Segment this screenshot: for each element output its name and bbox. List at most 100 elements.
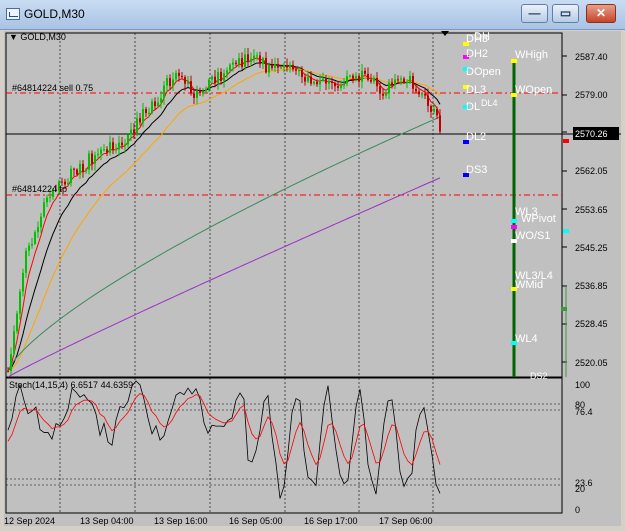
candle-body: [244, 54, 246, 67]
candle-body: [10, 354, 12, 371]
candle-body: [346, 76, 348, 84]
chart-area[interactable]: ▼ GOLD,M30 #64814224 sell 0.75 #64814224…: [4, 31, 621, 526]
level-label-wpivot: WPivot: [521, 213, 556, 225]
level-marker: [561, 307, 567, 311]
candle-body: [205, 88, 207, 92]
candle-body: [232, 62, 234, 65]
candle-body: [313, 81, 315, 84]
candle-body: [430, 105, 432, 112]
candle-body: [148, 112, 150, 114]
candle-body: [67, 182, 69, 185]
candle-body: [355, 75, 357, 79]
price-chart-svg[interactable]: ▼ GOLD,M30 #64814224 sell 0.75 #64814224…: [4, 31, 621, 526]
candle-body: [328, 81, 330, 84]
candle-body: [169, 78, 171, 87]
candle-body: [73, 168, 75, 170]
candle-body: [223, 73, 225, 81]
candle-body: [307, 76, 309, 82]
stoch-indicator-label: Stoch(14,15,4) 6.6517 44.6359: [9, 380, 133, 390]
minimize-button[interactable]: —: [521, 4, 548, 23]
candle-body: [118, 142, 120, 150]
candle-body: [202, 91, 204, 93]
candle-body: [289, 64, 291, 68]
candle-body: [379, 86, 381, 94]
candle-body: [157, 102, 159, 107]
candle-body: [292, 64, 294, 70]
level-label-dopen: DOpen: [466, 66, 501, 78]
candle-body: [178, 72, 180, 76]
candle-body: [295, 69, 297, 71]
candle-body: [79, 163, 81, 175]
candle-body: [19, 291, 21, 314]
candle-body: [106, 149, 108, 153]
candle-body: [367, 73, 369, 80]
candle-body: [127, 134, 129, 145]
candle-body: [358, 75, 360, 82]
candle-body: [439, 115, 441, 132]
window-title: GOLD,M30: [24, 7, 85, 21]
candle-body: [376, 77, 378, 87]
candle-body: [391, 82, 393, 85]
time-tick-label: 13 Sep 04:00: [80, 516, 134, 526]
candle-body: [40, 216, 42, 228]
candle-body: [340, 85, 342, 88]
price-tick-label: 2536.85: [575, 281, 608, 291]
candle-body: [256, 55, 258, 57]
candle-body: [76, 169, 78, 175]
candle-body: [34, 232, 36, 244]
candle-body: [298, 70, 300, 72]
candle-body: [145, 108, 147, 114]
level-label-ds3: DS3: [466, 164, 487, 176]
close-button[interactable]: ✕: [586, 4, 616, 23]
candle-body: [349, 75, 351, 77]
candle-body: [13, 331, 15, 355]
candle-body: [25, 250, 27, 273]
stoch-tick-label: 100: [575, 380, 590, 390]
candle-body: [388, 82, 390, 94]
candle-body: [7, 370, 9, 372]
level-marker: [511, 219, 517, 223]
level-label-wmid: WMid: [515, 279, 543, 291]
candle-body: [220, 71, 222, 81]
candle-body: [436, 108, 438, 116]
level-marker: [563, 229, 569, 233]
level-label-wopen: WOpen: [515, 84, 552, 96]
level-label-wos1: WO/S1: [515, 230, 550, 242]
candle-body: [229, 64, 231, 71]
candle-body: [85, 169, 87, 172]
time-tick-label: 13 Sep 16:00: [154, 516, 208, 526]
candle-body: [199, 90, 201, 93]
candle-body: [337, 86, 339, 88]
candle-body: [301, 70, 303, 77]
sell-order-label[interactable]: #64814224 sell 0.75: [12, 83, 93, 93]
take-profit-label[interactable]: #64814224 tp: [12, 184, 67, 194]
candle-body: [322, 78, 324, 81]
candle-body: [280, 67, 282, 69]
time-tick-label: 16 Sep 05:00: [229, 516, 283, 526]
candle-body: [124, 144, 126, 146]
level-label-dl3: DL3: [466, 84, 486, 96]
level-marker: [563, 139, 569, 143]
candle-body: [262, 57, 264, 65]
candle-body: [241, 58, 243, 67]
candle-body: [274, 64, 276, 68]
candle-body: [160, 98, 162, 103]
candle-body: [121, 142, 123, 146]
level-label-ds2: DS2: [530, 371, 548, 381]
candle-body: [235, 62, 237, 65]
maximize-button[interactable]: ▭: [552, 4, 579, 23]
candle-body: [415, 88, 417, 92]
candle-body: [334, 82, 336, 87]
candle-body: [424, 94, 426, 96]
level-label-dh2: DH2: [466, 48, 488, 60]
candle-body: [268, 64, 270, 73]
candle-body: [190, 81, 192, 94]
price-tick-label: 2553.65: [575, 205, 608, 215]
chart-window-icon: [6, 8, 20, 20]
chart-header: ▼ GOLD,M30: [9, 32, 66, 42]
candle-body: [130, 129, 132, 135]
candle-body: [361, 70, 363, 82]
candle-body: [226, 70, 228, 74]
candle-body: [31, 243, 33, 246]
candle-body: [319, 80, 321, 85]
